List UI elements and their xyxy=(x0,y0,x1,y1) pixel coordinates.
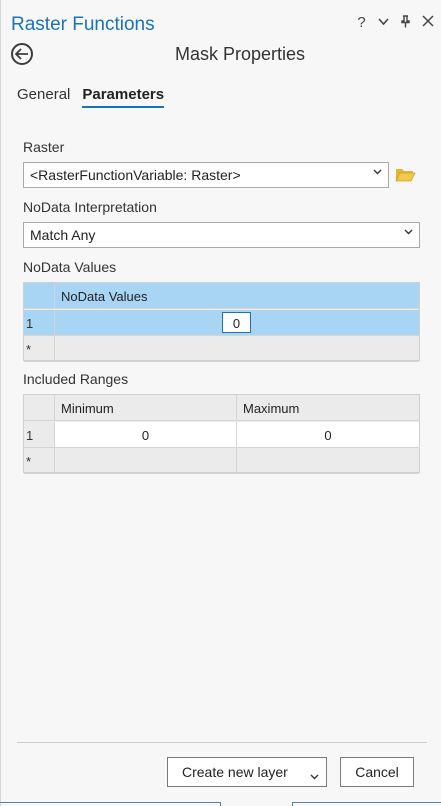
footer-divider xyxy=(17,742,427,743)
bottom-tab-right[interactable] xyxy=(292,802,441,806)
grid-header-row: Minimum Maximum xyxy=(24,395,419,421)
page-title: Mask Properties xyxy=(174,44,306,64)
row-number: * xyxy=(24,336,55,362)
column-header[interactable]: NoData Values xyxy=(55,283,419,309)
raster-dropdown[interactable]: <RasterFunctionVariable: Raster> xyxy=(23,162,389,188)
grid-header-row: NoData Values xyxy=(24,283,419,309)
nodata-interpretation-value: Match Any xyxy=(30,227,96,243)
chevron-down-icon[interactable] xyxy=(310,768,319,784)
nodata-interpretation-label: NoData Interpretation xyxy=(23,199,157,215)
tab-strip: General Parameters xyxy=(17,86,165,108)
chevron-down-icon xyxy=(373,167,382,179)
included-ranges-label: Included Ranges xyxy=(23,371,129,387)
included-ranges-grid: Minimum Maximum 1 0 0 * xyxy=(23,394,420,474)
title-bar: Raster Functions ? xyxy=(1,0,441,40)
tab-parameters[interactable]: Parameters xyxy=(82,86,165,108)
maximum-cell[interactable]: 0 xyxy=(237,422,419,448)
row-number: 1 xyxy=(24,422,55,448)
help-icon[interactable]: ? xyxy=(355,15,368,32)
folder-icon[interactable] xyxy=(395,166,416,183)
cancel-button[interactable]: Cancel xyxy=(340,757,414,787)
pin-icon[interactable] xyxy=(399,15,412,32)
raster-label: Raster xyxy=(23,139,65,155)
row-number: 1 xyxy=(24,310,55,336)
pane-title: Raster Functions xyxy=(11,14,155,35)
raster-dropdown-value: <RasterFunctionVariable: Raster> xyxy=(30,167,241,183)
row-number: * xyxy=(24,448,55,474)
create-new-layer-button[interactable]: Create new layer xyxy=(167,757,327,787)
nodata-interpretation-dropdown[interactable]: Match Any xyxy=(23,222,420,248)
grid-corner xyxy=(24,395,55,421)
nodata-values-grid: NoData Values 1 0 * xyxy=(23,282,420,362)
tab-general[interactable]: General xyxy=(17,86,70,108)
chevron-down-icon xyxy=(404,227,413,239)
nodata-value-cell[interactable]: 0 xyxy=(55,310,419,336)
nodata-value-editor[interactable]: 0 xyxy=(222,312,251,333)
grid-corner xyxy=(24,283,55,309)
minimum-cell[interactable]: 0 xyxy=(55,422,237,448)
minimum-cell[interactable] xyxy=(55,448,237,474)
close-icon[interactable] xyxy=(421,15,434,32)
maximum-cell[interactable] xyxy=(237,448,419,474)
column-header-maximum[interactable]: Maximum xyxy=(237,395,419,421)
table-row-new[interactable]: * xyxy=(24,336,419,362)
nodata-value-cell[interactable] xyxy=(55,336,419,362)
options-chevron-icon[interactable] xyxy=(377,15,390,32)
nodata-values-label: NoData Values xyxy=(23,259,117,275)
create-new-layer-label: Create new layer xyxy=(182,764,288,780)
table-row[interactable]: 1 0 xyxy=(24,310,419,336)
column-header-minimum[interactable]: Minimum xyxy=(55,395,237,421)
raster-functions-pane: Raster Functions ? Mask Properties Gener… xyxy=(0,0,441,806)
bottom-tab-left[interactable] xyxy=(0,802,221,806)
table-row-new[interactable]: * xyxy=(24,448,419,474)
table-row[interactable]: 1 0 0 xyxy=(24,422,419,448)
title-bar-controls: ? xyxy=(355,15,434,32)
